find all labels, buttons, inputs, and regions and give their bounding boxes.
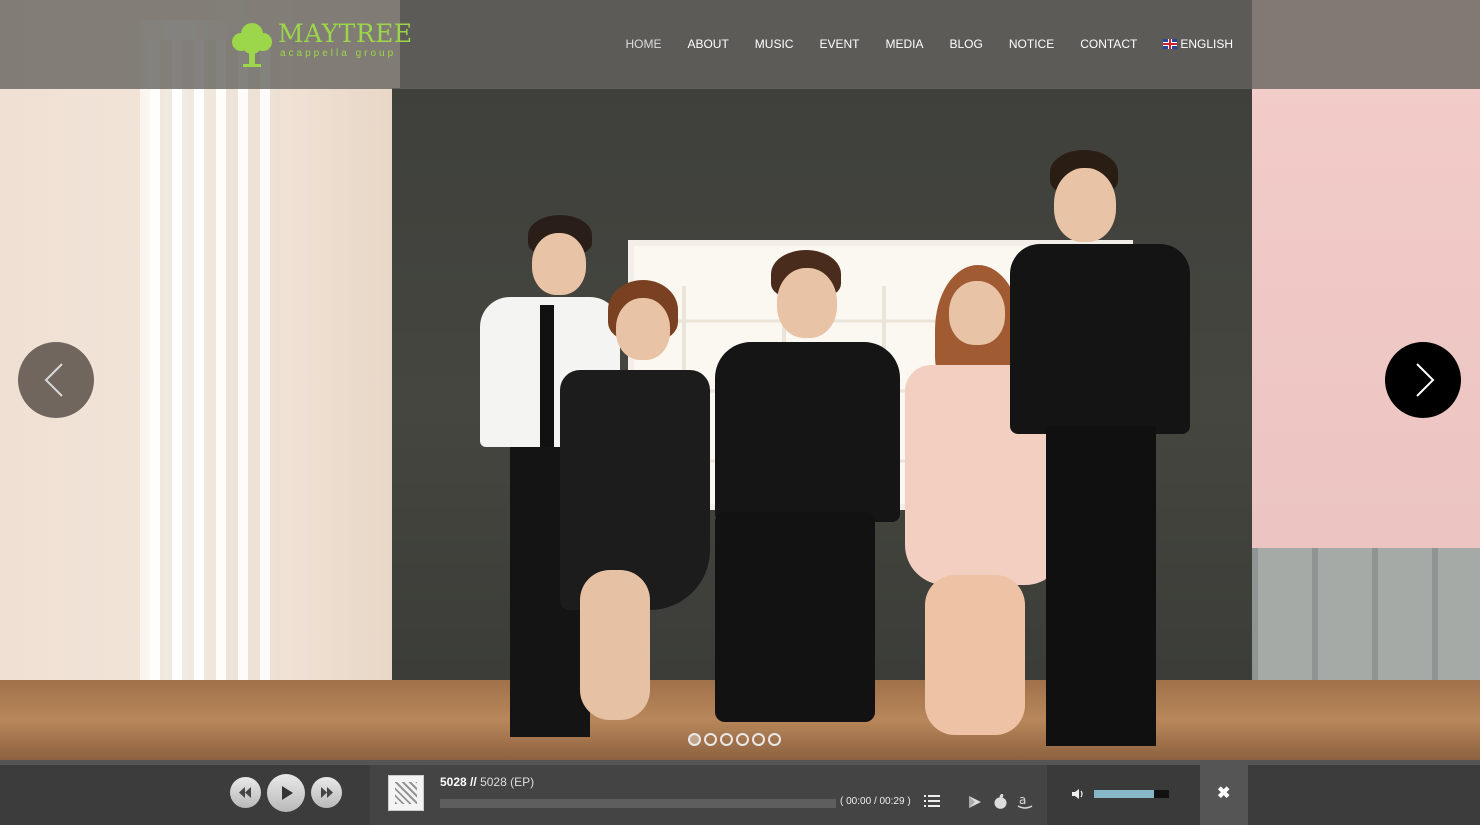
time-display: ( 00:00 / 00:29 ) xyxy=(840,796,911,807)
nav-event[interactable]: EVENT xyxy=(806,37,872,51)
album-cover xyxy=(388,775,424,811)
svg-text:a: a xyxy=(1019,793,1026,807)
track-info: 5028 // 5028 (EP) xyxy=(440,775,534,789)
play-button[interactable] xyxy=(267,774,305,812)
nav-home[interactable]: HOME xyxy=(612,37,674,51)
slider-dot-4[interactable] xyxy=(736,733,749,746)
nav-blog[interactable]: BLOG xyxy=(937,37,996,51)
nav-about[interactable]: ABOUT xyxy=(674,37,741,51)
volume-slider[interactable] xyxy=(1094,790,1169,798)
rewind-icon xyxy=(239,787,251,798)
fast-forward-icon xyxy=(321,787,333,798)
logo-subtitle: acappella group xyxy=(280,48,397,59)
time-total: 00:29 xyxy=(879,796,905,807)
uk-flag-icon xyxy=(1163,39,1178,49)
member-5 xyxy=(1010,150,1190,755)
track-separator: // xyxy=(470,775,477,789)
slider-dot-5[interactable] xyxy=(752,733,765,746)
play-icon xyxy=(282,786,293,800)
slider-dot-1[interactable] xyxy=(688,733,701,746)
slider-next-button[interactable] xyxy=(1385,342,1461,418)
slider-dot-6[interactable] xyxy=(768,733,781,746)
member-2 xyxy=(520,280,710,760)
nav-music[interactable]: MUSIC xyxy=(742,37,807,51)
slider-dot-2[interactable] xyxy=(704,733,717,746)
tree-icon xyxy=(230,20,274,68)
fast-forward-button[interactable] xyxy=(311,777,342,808)
logo[interactable]: MAYTREE acappella group xyxy=(230,19,413,70)
close-icon[interactable]: ✖ xyxy=(1217,783,1230,803)
chevron-right-icon xyxy=(1416,363,1435,397)
curtain xyxy=(150,40,280,700)
volume-icon[interactable] xyxy=(1071,787,1085,801)
site-header: MAYTREE acappella group HOME ABOUT MUSIC… xyxy=(0,0,1480,89)
playlist-icon[interactable] xyxy=(924,795,940,808)
nav-media[interactable]: MEDIA xyxy=(872,37,936,51)
main-nav: HOME ABOUT MUSIC EVENT MEDIA BLOG NOTICE… xyxy=(612,37,1246,51)
slider-dot-3[interactable] xyxy=(720,733,733,746)
google-play-icon[interactable] xyxy=(968,795,982,809)
album-name: 5028 (EP) xyxy=(480,775,535,789)
hero-slide xyxy=(0,0,1480,760)
amazon-icon[interactable]: a xyxy=(1017,793,1033,810)
language-selector[interactable]: ENGLISH xyxy=(1150,37,1246,51)
apple-icon[interactable] xyxy=(994,793,1007,809)
slider-prev-button[interactable] xyxy=(18,342,94,418)
member-3 xyxy=(705,250,905,750)
logo-title: MAYTREE xyxy=(278,19,413,48)
slider-dots xyxy=(688,733,781,746)
nav-notice[interactable]: NOTICE xyxy=(996,37,1067,51)
time-current: 00:00 xyxy=(846,796,872,807)
chevron-left-icon xyxy=(44,363,63,397)
rewind-button[interactable] xyxy=(230,777,261,808)
track-number: 5028 xyxy=(440,775,467,789)
progress-bar[interactable] xyxy=(440,799,836,808)
volume-fill xyxy=(1094,790,1154,798)
nav-contact[interactable]: CONTACT xyxy=(1067,37,1150,51)
track-panel xyxy=(370,765,1047,825)
language-label: ENGLISH xyxy=(1180,37,1233,51)
